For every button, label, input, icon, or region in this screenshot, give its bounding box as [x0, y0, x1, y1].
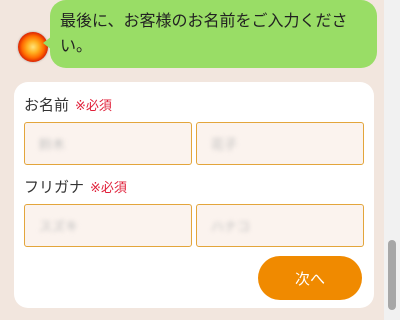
bot-message-text: 最後に、お客様のお名前をご入力ください。	[60, 11, 348, 55]
last-name-kana-input[interactable]: スズキ	[24, 204, 192, 247]
furigana-label-text: フリガナ	[24, 178, 85, 196]
first-name-kana-input[interactable]: ハナコ	[196, 204, 364, 247]
first-name-kana-placeholder: ハナコ	[211, 220, 251, 235]
last-name-kana-placeholder: スズキ	[39, 220, 79, 235]
name-field-label: お名前 ※必須	[24, 94, 112, 115]
scrollbar-thumb[interactable]	[388, 240, 396, 310]
first-name-input[interactable]: 花子	[196, 122, 364, 165]
chat-scroll-area: 最後に、お客様のお名前をご入力ください。 お名前 ※必須 鈴木 花子 フリガナ ※必…	[0, 0, 384, 320]
name-required-badge: ※必須	[75, 99, 112, 114]
furigana-field-label: フリガナ ※必須	[24, 176, 127, 197]
last-name-input[interactable]: 鈴木	[24, 122, 192, 165]
last-name-placeholder: 鈴木	[39, 138, 66, 153]
name-form-card: お名前 ※必須 鈴木 花子 フリガナ ※必須 スズキ ハナコ 次へ	[14, 82, 374, 308]
bot-message-bubble: 最後に、お客様のお名前をご入力ください。	[43, 0, 377, 68]
scrollbar-track[interactable]	[384, 0, 400, 320]
next-button[interactable]: 次へ	[258, 256, 362, 300]
first-name-placeholder: 花子	[211, 138, 238, 153]
name-label-text: お名前	[24, 96, 70, 114]
furigana-required-badge: ※必須	[90, 181, 127, 196]
